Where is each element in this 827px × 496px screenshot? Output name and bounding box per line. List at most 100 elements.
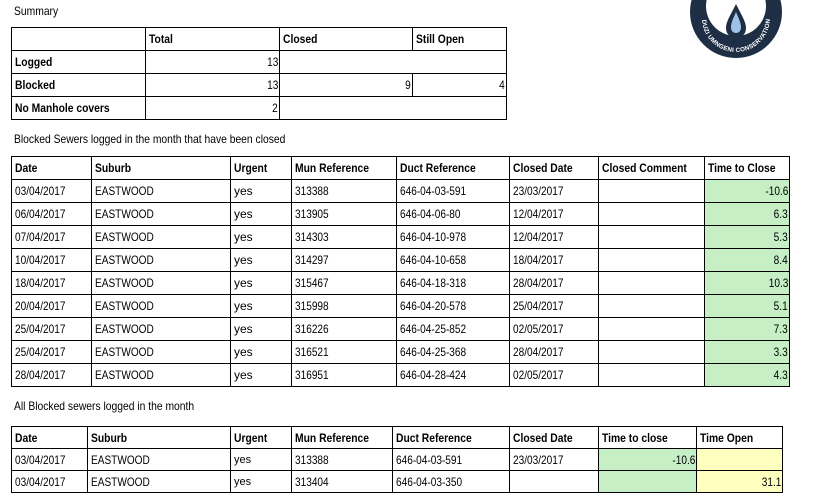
closed-date-cell: 28/04/2017: [509, 271, 599, 295]
closed-date-cell-text: 18/04/2017: [513, 253, 564, 267]
date-cell-text: 10/04/2017: [15, 253, 66, 267]
urgent-cell-text: yes: [234, 276, 253, 290]
date-cell: 28/04/2017: [11, 363, 92, 387]
suburb-cell-text: EASTWOOD: [95, 230, 154, 244]
time-to-close-cell-text: 6.3: [774, 207, 789, 221]
date-cell: 18/04/2017: [11, 271, 92, 295]
closed-date-cell-text: 02/05/2017: [513, 322, 564, 336]
all-header-row: Date Suburb Urgent Mun Reference Duct Re…: [11, 426, 783, 449]
closed-comment-cell: [598, 179, 705, 203]
mun-reference-cell-text: 314297: [295, 253, 329, 267]
duct-reference-cell: 646-04-06-80: [396, 202, 510, 226]
mun-reference-cell-text: 313388: [295, 452, 329, 467]
closed-date-cell-text: 25/04/2017: [513, 299, 564, 313]
urgent-cell-text: yes: [234, 299, 253, 313]
duct-reference-cell-text: 646-04-03-591: [400, 184, 467, 198]
header-time-to-close: Time to Close: [703, 156, 791, 180]
suburb-cell-text: EASTWOOD: [91, 474, 150, 489]
date-cell-text: 28/04/2017: [15, 368, 66, 382]
time-to-close-cell: 4.3: [703, 363, 791, 387]
duct-reference-cell: 646-04-03-591: [396, 179, 510, 203]
urgent-cell: yes: [230, 179, 292, 203]
closed-sewers-table: Date Suburb Urgent Mun Reference Duct Re…: [11, 156, 791, 387]
urgent-cell: yes: [230, 317, 292, 341]
summary-title: Summary: [14, 4, 59, 18]
time-to-close-cell-text: 10.3: [768, 276, 789, 290]
table-row: 03/04/2017 EASTWOOD yes 313388 646-04-03-591…: [11, 448, 783, 471]
duct-reference-cell: 646-04-20-578: [396, 294, 510, 318]
summary-cell-merged: [279, 96, 507, 120]
table-row: 20/04/2017 EASTWOOD yes 315998 646-04-20-578…: [11, 294, 791, 318]
mun-reference-cell: 313388: [291, 179, 397, 203]
suburb-cell-text: EASTWOOD: [95, 299, 154, 313]
header-time-open: Time Open: [696, 426, 783, 449]
water-drop-icon: DUZI UMNGENI CONSERVATION TRUST: [690, 0, 772, 54]
summary-row-label: Logged: [11, 50, 146, 74]
duct-reference-cell: 646-04-10-658: [396, 248, 510, 272]
header-urgent: Urgent: [230, 426, 292, 449]
summary-cell-total: 13: [145, 73, 280, 97]
suburb-cell: EASTWOOD: [91, 363, 231, 387]
time-to-close-cell: 8.4: [703, 248, 791, 272]
mun-reference-cell: 314303: [291, 225, 397, 249]
closed-date-cell-text: 23/03/2017: [513, 184, 564, 198]
date-cell: 25/04/2017: [11, 317, 92, 341]
duct-reference-cell-text: 646-04-10-978: [400, 230, 467, 244]
summary-header-closed: Closed: [279, 27, 413, 51]
urgent-cell: yes: [230, 248, 292, 272]
mun-reference-cell: 313404: [291, 470, 393, 493]
mun-reference-cell-text: 313404: [295, 474, 329, 489]
all-section-title: All Blocked sewers logged in the month: [14, 399, 195, 413]
date-cell: 10/04/2017: [11, 248, 92, 272]
closed-comment-cell: [598, 248, 705, 272]
header-closed-comment: Closed Comment: [598, 156, 705, 180]
time-to-close-cell-text: 4.3: [774, 368, 789, 382]
closed-comment-cell: [598, 202, 705, 226]
urgent-cell-text: yes: [234, 184, 253, 198]
time-to-close-cell: 10.3: [703, 271, 791, 295]
closed-header-row: Date Suburb Urgent Mun Reference Duct Re…: [11, 156, 791, 180]
time-to-close-cell-text: -10.6: [765, 184, 789, 198]
summary-header-still-open: Still Open: [412, 27, 507, 51]
time-to-close-cell-text: 5.3: [774, 230, 789, 244]
urgent-cell: yes: [230, 294, 292, 318]
time-to-close-cell: -10.6: [703, 179, 791, 203]
closed-date-cell: 25/04/2017: [509, 294, 599, 318]
date-cell-text: 07/04/2017: [15, 230, 66, 244]
summary-row-label: Blocked: [11, 73, 146, 97]
mun-reference-cell-text: 313905: [295, 207, 329, 221]
suburb-cell-text: EASTWOOD: [95, 345, 154, 359]
urgent-cell-text: yes: [234, 475, 252, 488]
mun-reference-cell-text: 314303: [295, 230, 329, 244]
closed-date-cell: 28/04/2017: [509, 340, 599, 364]
table-row: 07/04/2017 EASTWOOD yes 314303 646-04-10-978…: [11, 225, 791, 249]
summary-cell-total: 13: [145, 50, 280, 74]
table-row: 18/04/2017 EASTWOOD yes 315467 646-04-18-318…: [11, 271, 791, 295]
header-time-to-close: Time to close: [598, 426, 697, 449]
duct-reference-cell-text: 646-04-18-318: [400, 276, 467, 290]
header-suburb: Suburb: [87, 426, 231, 449]
header-mun-reference: Mun Reference: [291, 426, 393, 449]
time-open-cell: 31.1: [696, 470, 783, 493]
mun-reference-cell: 316226: [291, 317, 397, 341]
urgent-cell-text: yes: [234, 453, 252, 466]
summary-cell-open: 4: [412, 73, 507, 97]
time-to-close-cell: 6.3: [703, 202, 791, 226]
closed-comment-cell: [598, 225, 705, 249]
header-mun-reference: Mun Reference: [291, 156, 397, 180]
closed-date-cell: [509, 470, 599, 493]
closed-date-cell-text: 12/04/2017: [513, 230, 564, 244]
urgent-cell: yes: [230, 470, 292, 493]
table-row: 25/04/2017 EASTWOOD yes 316521 646-04-25-368…: [11, 340, 791, 364]
mun-reference-cell-text: 316951: [295, 368, 329, 382]
urgent-cell-text: yes: [234, 230, 253, 244]
header-date: Date: [11, 426, 88, 449]
closed-date-cell-text: 02/05/2017: [513, 368, 564, 382]
time-to-close-cell-text: 7.3: [774, 322, 789, 336]
time-to-close-cell-text: 3.3: [774, 345, 789, 359]
table-row: 03/04/2017 EASTWOOD yes 313404 646-04-03-350…: [11, 470, 783, 493]
closed-date-cell: 02/05/2017: [509, 363, 599, 387]
header-date: Date: [11, 156, 92, 180]
duct-reference-cell: 646-04-03-591: [392, 448, 510, 471]
time-to-close-cell: -10.6: [598, 448, 697, 471]
